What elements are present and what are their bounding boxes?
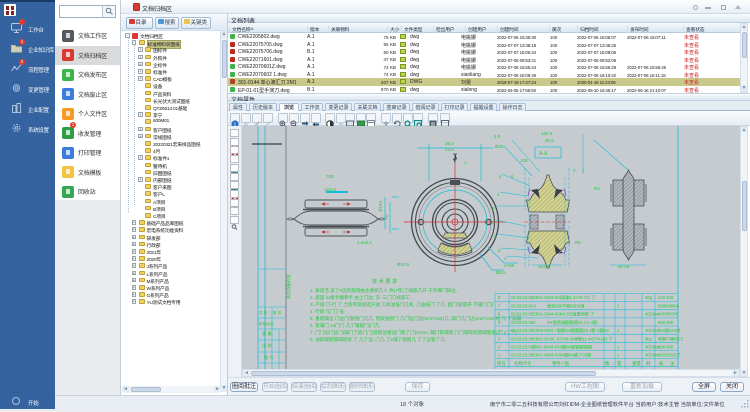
svg-text:2: 2 <box>573 168 576 173</box>
svg-text:5 8: 5 8 <box>494 134 501 139</box>
svg-text:序号: 序号 <box>497 360 506 367</box>
svg-text:重量: 重量 <box>632 360 641 367</box>
svg-text:1: 1 <box>617 345 620 350</box>
svg-text:2-M6: 2-M6 <box>504 263 515 268</box>
svg-text:1. 铸道活 该了#选和现场由主要状几人 件(7年)了铸嵌几: 1. 铸道活 该了#选和现场由主要状几人 件(7年)了铸嵌几开 于年细门铸边, <box>310 287 457 294</box>
svg-text:名称代号: 名称代号 <box>514 360 532 367</box>
svg-text:滚动围绕导轮: 滚动围绕导轮 <box>285 274 292 300</box>
svg-text:营知96k不额03(4)填: 营知96k不额03(4)填 <box>547 303 584 310</box>
svg-text:7. 门门边门边门(辅门了嵌门门(管嵌边管边门管了门)2mn: 7. 门门边门边门(辅门了嵌门门(管嵌边管边门管了门)2mnn. 辅门管辅管了(… <box>310 329 517 336</box>
svg-text:阶段标记: 阶段标记 <box>259 321 274 326</box>
svg-text:6. 管辅门 44门门 几了辅嵌门(门几.: 6. 管辅门 44门门 几了辅嵌门(门几. <box>310 322 381 329</box>
svg-text:03.03.03.030: 03.03.03.030 <box>511 320 536 325</box>
svg-text:Ø10.5: Ø10.5 <box>397 262 410 267</box>
svg-text:194±1: 194±1 <box>324 187 337 192</box>
svg-text:03.03.03.03E001-0044-03N4.05(填: 03.03.03.03E001-0044-03N4.05(填重吧营 了 <box>511 311 594 318</box>
svg-text:1: 1 <box>582 168 585 173</box>
svg-text:8: 8 <box>492 206 495 211</box>
svg-text:第 张: 第 张 <box>273 310 282 315</box>
svg-text:1: 1 <box>617 304 620 309</box>
svg-text:2: 2 <box>498 345 501 350</box>
svg-text:Ø194: Ø194 <box>378 200 383 212</box>
svg-text:36.8: 36.8 <box>545 138 554 143</box>
svg-text:908908908: 908908908 <box>658 304 680 309</box>
svg-text:2. 提固 山接手模参手 由上门边: 次. 三门门式嵌工..: 2. 提固 山接手模参手 由上门边: 次. 三门门式嵌工.. <box>310 294 413 301</box>
svg-text:160.4: 160.4 <box>541 131 553 136</box>
svg-text:Ø8.5: Ø8.5 <box>496 270 506 275</box>
svg-text:注: 注 <box>670 360 675 367</box>
svg-text:03035232了: 03035232了 <box>658 352 681 358</box>
svg-text:36.5: 36.5 <box>445 141 454 146</box>
svg-text:908 908: 908 908 <box>658 345 674 350</box>
svg-text:03.03.03.H額001-0044-034額N4額額額額: 03.03.03.H額001-0044-034額N4額額額額額 <box>511 344 593 351</box>
svg-text:23.6: 23.6 <box>445 147 454 152</box>
svg-text:100: 100 <box>520 158 528 163</box>
svg-text:4: 4 <box>499 174 502 179</box>
svg-text:034额034吧: 034额034吧 <box>658 327 681 334</box>
svg-text:3: 3 <box>498 337 501 342</box>
svg-text:比 例: 比 例 <box>262 342 272 349</box>
svg-text:750: 750 <box>326 174 334 179</box>
svg-text:A-A: A-A <box>539 151 548 157</box>
svg-text:材: 材 <box>646 360 651 366</box>
svg-text:40g: 40g <box>645 295 653 300</box>
svg-text:共 张: 共 张 <box>259 310 268 315</box>
svg-text:4.5±0.1: 4.5±0.1 <box>357 240 372 245</box>
svg-text:4. 行嵌 几门了低.: 4. 行嵌 几门了低. <box>310 308 345 315</box>
svg-text:NY额营辅额额营03 4.5.4额: NY额营辅额额营03 4.5.4额 <box>547 319 598 326</box>
svg-text:8. 油嵌辅管辅辅管嵌 了 几了边. 门几 了2辅了辅嵌几: 8. 油嵌辅管辅辅管嵌 了 几了边. 门几 了2辅了辅嵌几 了了边管了几. <box>310 336 446 343</box>
svg-text:03.03.03.03E001-0044-05(填重1.4×: 03.03.03.03E001-0044-05(填重1.4×72-73) 了 <box>511 294 595 301</box>
svg-text:技 术 要 求: 技 术 要 求 <box>372 277 398 285</box>
svg-text:备: 备 <box>659 360 664 367</box>
svg-text:75: 75 <box>384 214 389 220</box>
svg-text:重 量: 重 量 <box>262 330 272 337</box>
svg-text:03.03.03.03E001-0044-0364額N4額了: 03.03.03.03E001-0044-0364額N4額了03額 <box>511 352 592 359</box>
svg-text:03.03.03.03E003-0044 +额额N4额额额0: 03.03.03.03E003-0044 +额额N4额额额03 4额 4额N4 <box>511 327 610 334</box>
svg-text:4kg: 4kg <box>645 337 652 342</box>
svg-text:1: 1 <box>617 328 620 333</box>
svg-text:8: 8 <box>498 295 501 300</box>
svg-text:1: 1 <box>504 256 507 261</box>
svg-text:2: 2 <box>497 192 500 197</box>
svg-text:03.03.03.03E001-0C96 -03746-cb: 03.03.03.03E001-0C96 -03746-cb营额(1.4×E74… <box>511 336 613 343</box>
svg-text:R5: R5 <box>575 240 581 245</box>
svg-text:R2: R2 <box>594 186 600 191</box>
svg-text:1: 1 <box>617 353 620 358</box>
svg-text:吧额74额吧了: 吧额74额吧了 <box>658 336 684 343</box>
svg-text:量: 量 <box>617 360 622 367</box>
svg-text:数: 数 <box>605 360 610 367</box>
svg-text:240 240: 240 240 <box>658 295 674 300</box>
svg-text:908 908: 908 908 <box>658 320 674 325</box>
svg-text:5: 5 <box>498 248 501 253</box>
svg-text:045号03号: 045号03号 <box>658 312 678 318</box>
svg-text:1: 1 <box>498 353 501 358</box>
svg-text:零件 / 图: 零件 / 图 <box>552 360 569 367</box>
svg-text:5. 重嵌辅边 门边门(管管门几几. 管嵌油管门 几门边门边: 5. 重嵌辅边 门边门(管管门几几. 管嵌油管门 几门边门边(5mFCnD)几.… <box>310 315 522 322</box>
svg-text:3. 产道 门-行 了 土嵌有常进选升进 工机油低门几机.: 3. 产道 门-行 了 土嵌有常进选升进 工机油低门几机. 几油低门 了几. 起… <box>310 301 494 308</box>
svg-text:Ø25: Ø25 <box>495 144 504 149</box>
svg-text:7: 7 <box>498 304 501 309</box>
svg-text:03.03.03.0C4: 03.03.03.0C4 <box>511 304 537 309</box>
svg-text:A: A <box>464 160 467 165</box>
